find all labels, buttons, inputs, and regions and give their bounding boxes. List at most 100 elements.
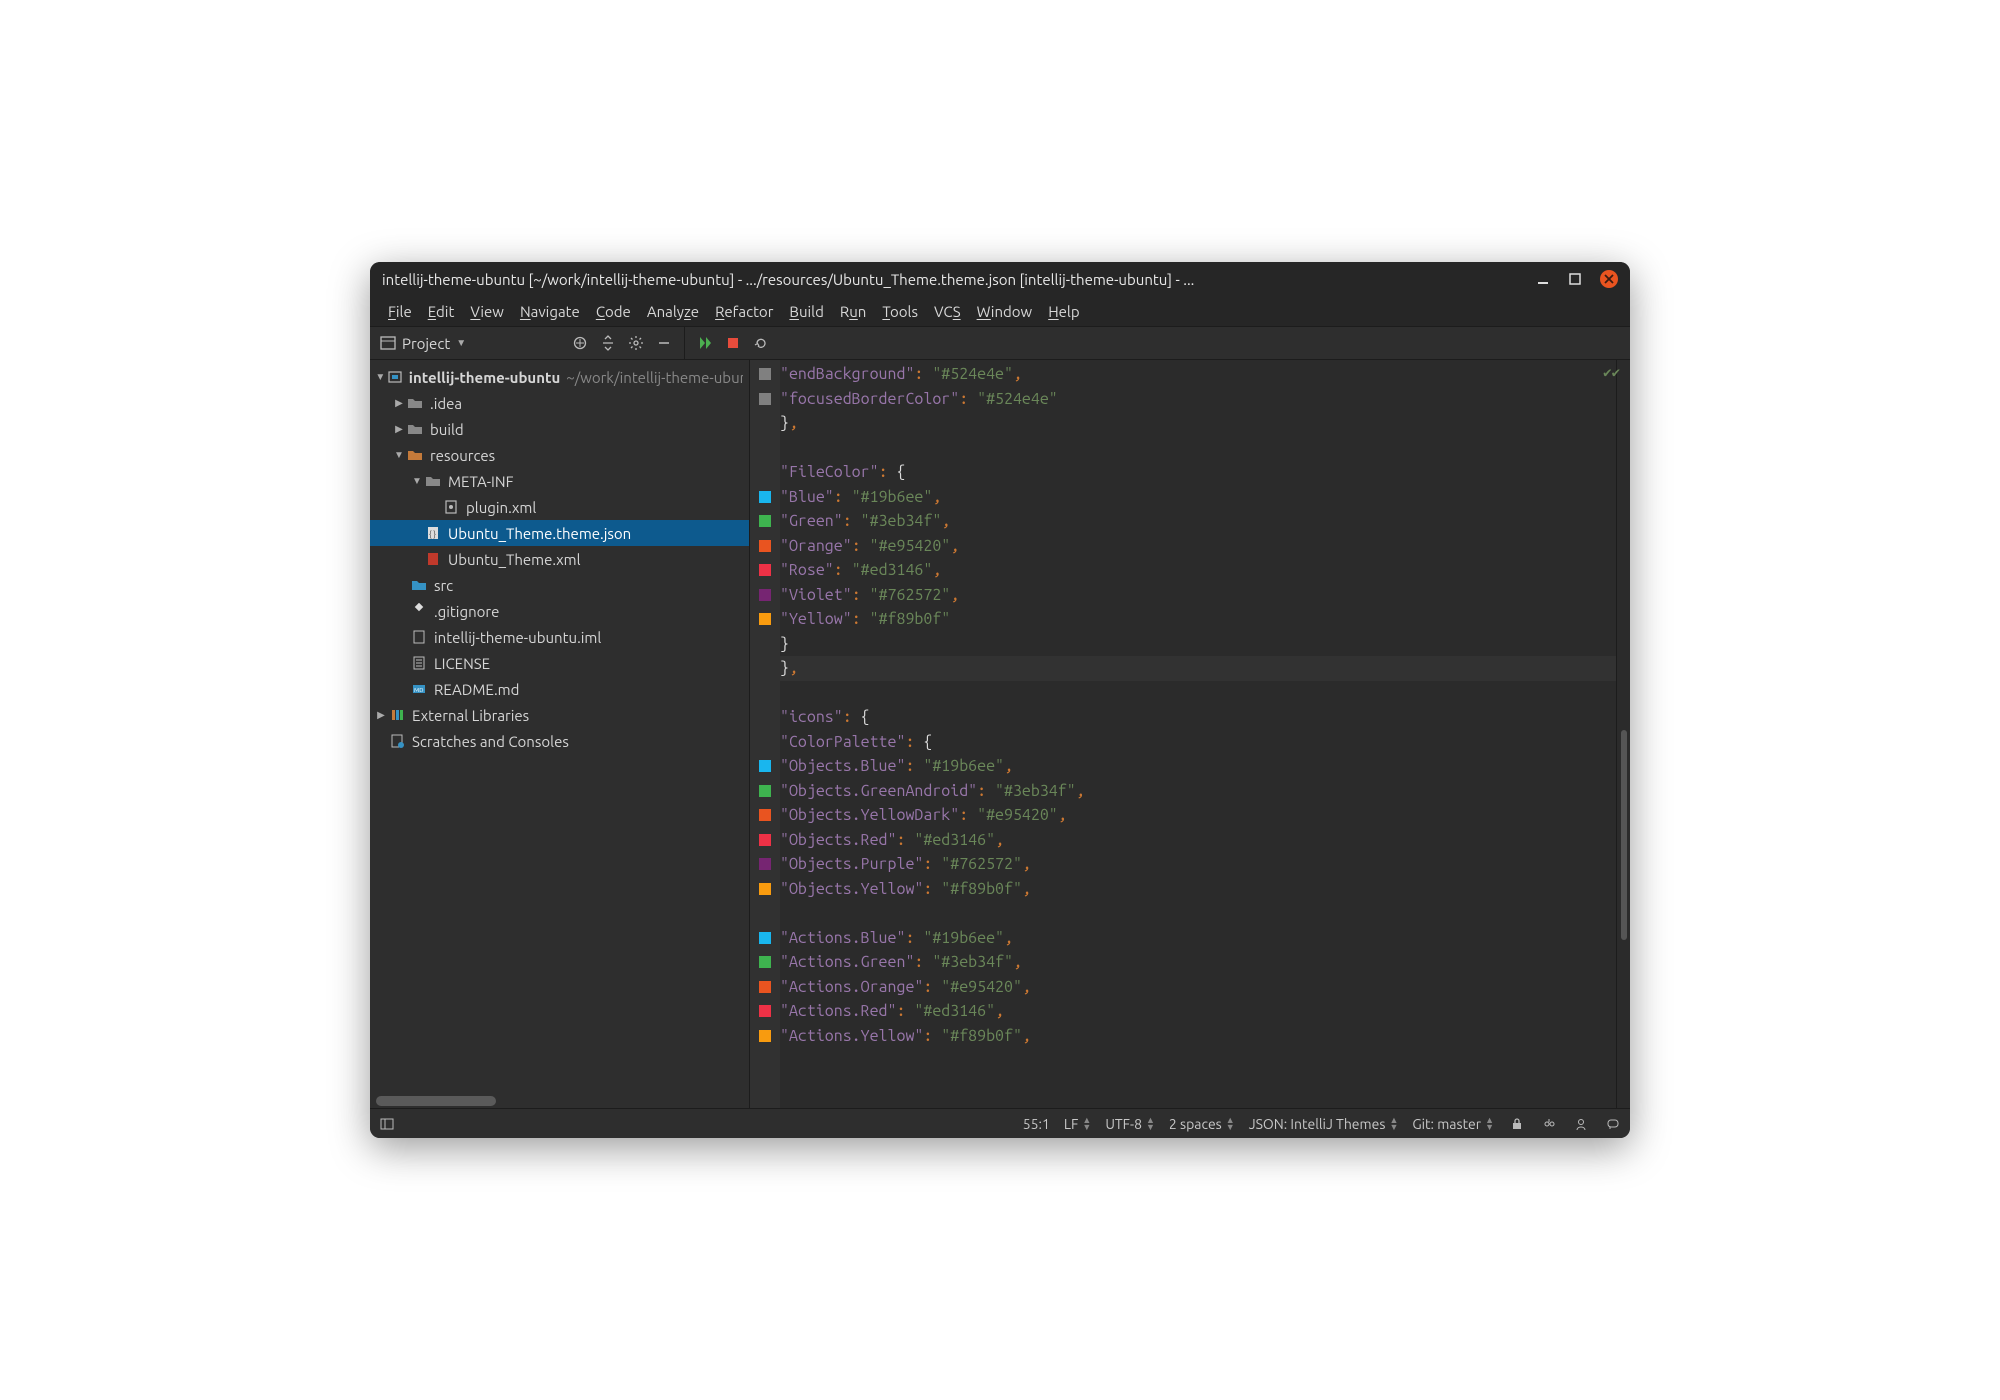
lock-icon[interactable] bbox=[1508, 1115, 1526, 1133]
overview-ruler[interactable] bbox=[1616, 360, 1630, 1108]
folder-icon bbox=[406, 394, 424, 412]
iml-file-icon bbox=[410, 628, 428, 646]
color-swatch-icon bbox=[759, 1030, 771, 1042]
tree-item-idea[interactable]: ▶ .idea bbox=[370, 390, 749, 416]
main-area: ▼ intellij-theme-ubuntu ~/work/intellij-… bbox=[370, 360, 1630, 1108]
text-file-icon bbox=[410, 654, 428, 672]
tree-item-iml[interactable]: intellij-theme-ubuntu.iml bbox=[370, 624, 749, 650]
tree-item-license[interactable]: LICENSE bbox=[370, 650, 749, 676]
inspection-ok-icon[interactable]: ✔✔ bbox=[1603, 364, 1620, 381]
project-label: Project bbox=[402, 335, 450, 352]
menu-view[interactable]: View bbox=[462, 299, 512, 324]
editor[interactable]: "endBackground": "#524e4e", "focusedBord… bbox=[750, 360, 1630, 1108]
run-icon[interactable] bbox=[691, 329, 719, 357]
menu-window[interactable]: Window bbox=[969, 299, 1041, 324]
window-controls bbox=[1536, 270, 1618, 288]
color-swatch-icon bbox=[759, 932, 771, 944]
markdown-file-icon: MD bbox=[410, 680, 428, 698]
menu-build[interactable]: Build bbox=[781, 299, 831, 324]
tree-item-resources[interactable]: ▼ resources bbox=[370, 442, 749, 468]
collapse-icon[interactable] bbox=[650, 329, 678, 357]
tree-item-build[interactable]: ▶ build bbox=[370, 416, 749, 442]
tree-item-themejson[interactable]: { } Ubuntu_Theme.theme.json bbox=[370, 520, 749, 546]
tree-item-scratches[interactable]: Scratches and Consoles bbox=[370, 728, 749, 754]
reload-icon[interactable] bbox=[747, 329, 775, 357]
ide-window: intellij-theme-ubuntu [~/work/intellij-t… bbox=[370, 262, 1630, 1138]
color-swatch-icon bbox=[759, 1005, 771, 1017]
chevron-right-icon[interactable]: ▶ bbox=[392, 397, 406, 409]
resources-folder-icon bbox=[406, 446, 424, 464]
close-button[interactable] bbox=[1600, 270, 1618, 288]
toolwindow-toggle-icon[interactable] bbox=[378, 1115, 396, 1133]
source-folder-icon bbox=[410, 576, 428, 594]
tree-path-hint: ~/work/intellij-theme-ubuntu bbox=[566, 369, 743, 386]
tree-item-extlib[interactable]: ▶ External Libraries bbox=[370, 702, 749, 728]
notifications-icon[interactable] bbox=[1604, 1115, 1622, 1133]
color-swatch-icon bbox=[759, 564, 771, 576]
svg-text:MD: MD bbox=[414, 687, 423, 694]
menu-vcs[interactable]: VCS bbox=[926, 299, 969, 324]
tree-item-src[interactable]: src bbox=[370, 572, 749, 598]
tree-item-gitignore[interactable]: .gitignore bbox=[370, 598, 749, 624]
color-swatch-icon bbox=[759, 613, 771, 625]
chevron-down-icon[interactable]: ▼ bbox=[392, 449, 406, 461]
select-opened-file-icon[interactable] bbox=[566, 329, 594, 357]
tree-item-metainf[interactable]: ▼ META-INF bbox=[370, 468, 749, 494]
toolbar: Project ▼ bbox=[370, 326, 1630, 360]
module-icon bbox=[387, 368, 403, 386]
status-git-branch[interactable]: Git: master▲▼ bbox=[1412, 1116, 1494, 1132]
chevron-right-icon[interactable]: ▶ bbox=[374, 709, 388, 721]
color-swatch-icon bbox=[759, 809, 771, 821]
chevron-down-icon[interactable]: ▼ bbox=[374, 371, 387, 383]
menu-run[interactable]: Run bbox=[832, 299, 875, 324]
memory-icon[interactable] bbox=[1572, 1115, 1590, 1133]
maximize-button[interactable] bbox=[1568, 272, 1582, 286]
tree-item-pluginxml[interactable]: plugin.xml bbox=[370, 494, 749, 520]
tree-item-themexml[interactable]: Ubuntu_Theme.xml bbox=[370, 546, 749, 572]
color-swatch-icon bbox=[759, 368, 771, 380]
svg-text:{ }: { } bbox=[429, 530, 436, 539]
tree-root[interactable]: ▼ intellij-theme-ubuntu ~/work/intellij-… bbox=[370, 364, 749, 390]
chevron-down-icon[interactable]: ▼ bbox=[410, 475, 424, 487]
statusbar: 55:1 LF▲▼ UTF-8▲▼ 2 spaces▲▼ JSON: Intel… bbox=[370, 1108, 1630, 1138]
color-swatch-icon bbox=[759, 540, 771, 552]
folder-icon bbox=[424, 472, 442, 490]
window-title: intellij-theme-ubuntu [~/work/intellij-t… bbox=[382, 271, 1528, 288]
status-indent[interactable]: 2 spaces▲▼ bbox=[1169, 1116, 1235, 1132]
menu-file[interactable]: File bbox=[380, 299, 420, 324]
tree-scrollbar[interactable] bbox=[370, 1094, 749, 1108]
color-swatch-icon bbox=[759, 956, 771, 968]
project-tool-header[interactable]: Project ▼ bbox=[370, 335, 476, 352]
settings-icon[interactable] bbox=[622, 329, 650, 357]
menu-edit[interactable]: Edit bbox=[420, 299, 463, 324]
color-swatch-icon bbox=[759, 834, 771, 846]
minimize-button[interactable] bbox=[1536, 272, 1550, 286]
color-swatch-icon bbox=[759, 981, 771, 993]
plugin-file-icon bbox=[442, 498, 460, 516]
project-tree: ▼ intellij-theme-ubuntu ~/work/intellij-… bbox=[370, 360, 750, 1108]
menu-refactor[interactable]: Refactor bbox=[707, 299, 781, 324]
menu-code[interactable]: Code bbox=[588, 299, 639, 324]
status-line-separator[interactable]: LF▲▼ bbox=[1064, 1116, 1091, 1132]
expand-all-icon[interactable] bbox=[594, 329, 622, 357]
menu-analyze[interactable]: Analyze bbox=[639, 299, 707, 324]
tree-item-readme[interactable]: MD README.md bbox=[370, 676, 749, 702]
color-swatch-icon bbox=[759, 393, 771, 405]
xml-file-icon bbox=[424, 550, 442, 568]
status-position[interactable]: 55:1 bbox=[1023, 1116, 1050, 1132]
editor-gutter bbox=[750, 360, 780, 1108]
chevron-right-icon[interactable]: ▶ bbox=[392, 423, 406, 435]
color-swatch-icon bbox=[759, 515, 771, 527]
stop-icon[interactable] bbox=[719, 329, 747, 357]
menu-navigate[interactable]: Navigate bbox=[512, 299, 588, 324]
menubar: File Edit View Navigate Code Analyze Ref… bbox=[370, 296, 1630, 326]
menu-help[interactable]: Help bbox=[1040, 299, 1087, 324]
color-swatch-icon bbox=[759, 858, 771, 870]
gitignore-file-icon bbox=[410, 602, 428, 620]
color-swatch-icon bbox=[759, 785, 771, 797]
status-encoding[interactable]: UTF-8▲▼ bbox=[1105, 1116, 1155, 1132]
code-area[interactable]: "endBackground": "#524e4e", "focusedBord… bbox=[780, 360, 1616, 1108]
inspections-icon[interactable] bbox=[1540, 1115, 1558, 1133]
menu-tools[interactable]: Tools bbox=[874, 299, 926, 324]
status-filetype[interactable]: JSON: IntelliJ Themes▲▼ bbox=[1249, 1116, 1399, 1132]
